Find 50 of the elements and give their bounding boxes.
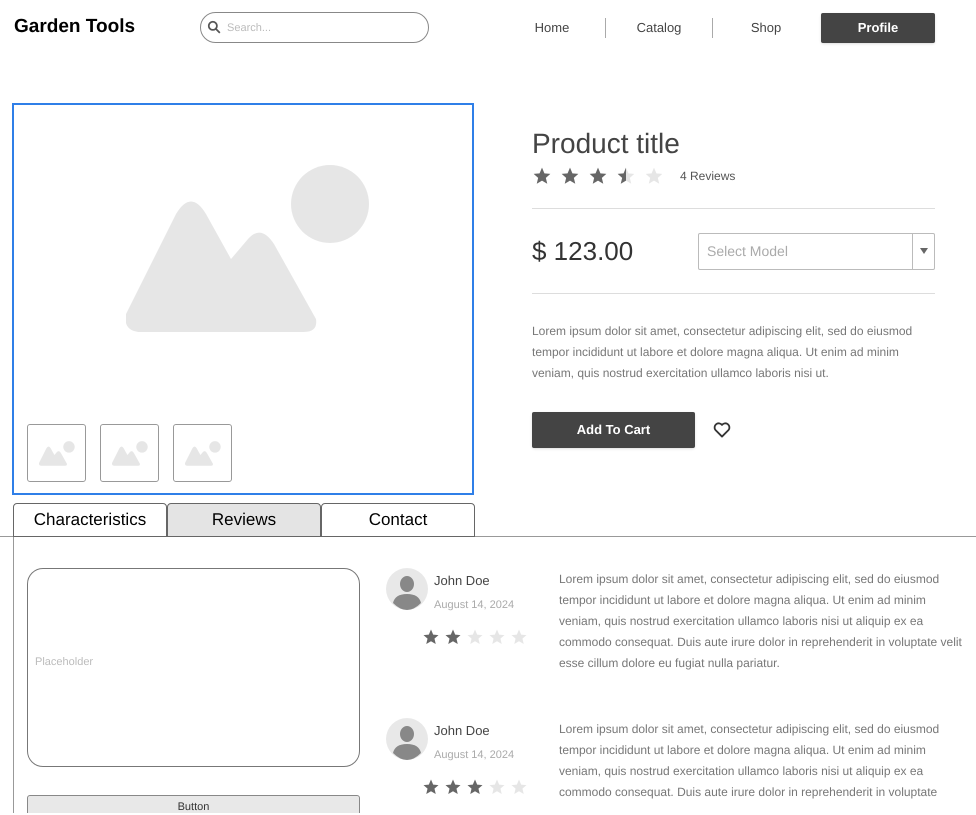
thumbnail[interactable]: [173, 424, 232, 482]
star-icon: [422, 628, 440, 646]
star-icon: [644, 166, 664, 186]
star-icon: [616, 166, 636, 186]
reviewer-name: John Doe: [434, 572, 491, 590]
image-placeholder-icon: [112, 440, 148, 466]
avatar-icon: [386, 718, 428, 760]
favorite-button[interactable]: [713, 422, 731, 438]
review-text: Lorem ipsum dolor sit amet, consectetur adipiscing elit, sed do eiusmod tempor incididunt ut labore et dolore magna aliqua. Ut enim ad minim veniam, quis nostrud exercitation ullamco laboris nisi ut aliquip ex ea commodo consequat. Duis aute irure dolor in reprehenderit in voluptate: [559, 721, 940, 801]
star-icon: [488, 778, 506, 796]
avatar-icon: [386, 568, 428, 610]
review-date: August 14, 2024: [434, 598, 514, 612]
nav-link[interactable]: Home: [499, 18, 605, 38]
star-icon: [466, 628, 484, 646]
review-textarea[interactable]: Placeholder: [27, 568, 360, 767]
search-icon: [207, 20, 221, 34]
star-icon: [444, 778, 462, 796]
price: $ 123.00: [532, 234, 634, 268]
star-icon: [444, 628, 462, 646]
star-icon: [560, 166, 580, 186]
review-text: Lorem ipsum dolor sit amet, consectetur adipiscing elit, sed do eiusmod tempor incididunt ut labore et dolore magna aliqua. Ut enim ad minim veniam, quis nostrud exercitation ullamco laboris nisi ut aliquip ex ea commodo consequat. Duis aute irure dolor in reprehenderit in voluptate velit esse cillum dolore eu fugiat nulla pariatur.: [559, 571, 963, 672]
search-field[interactable]: Search...: [200, 12, 429, 43]
star-icon: [466, 778, 484, 796]
review-count: 4 Reviews: [680, 168, 736, 185]
tab[interactable]: Characteristics: [13, 503, 167, 537]
profile-button[interactable]: Profile: [821, 12, 935, 42]
tab[interactable]: Reviews: [167, 503, 321, 537]
tab[interactable]: Contact: [321, 503, 475, 537]
reviewer-name: John Doe: [434, 722, 491, 740]
thumbnail[interactable]: [27, 424, 86, 482]
image-placeholder-icon: [126, 164, 370, 334]
nav-link[interactable]: Catalog: [606, 18, 712, 38]
heart-icon: [713, 422, 731, 438]
submit-button[interactable]: Button: [27, 795, 360, 813]
star-icon: [532, 166, 552, 186]
star-icon: [488, 628, 506, 646]
star-icon: [422, 778, 440, 796]
nav-link[interactable]: Shop: [713, 18, 819, 38]
caret-icon: [920, 248, 928, 254]
star-icon: [588, 166, 608, 186]
image-placeholder-icon: [184, 440, 220, 466]
star-icon: [510, 628, 528, 646]
star-icon: [510, 778, 528, 796]
product-description: Lorem ipsum dolor sit amet, consectetur adipiscing elit, sed do eiusmod tempor incididunt ut labore et dolore magna aliqua. Ut enim ad minim veniam, quis nostrud exercitation ullamco laboris nisi ut.: [532, 323, 914, 382]
add-to-cart-button[interactable]: Add To Cart: [532, 412, 695, 448]
thumbnail[interactable]: [100, 424, 159, 482]
product-title: Product title: [532, 127, 681, 161]
logo: Garden Tools: [14, 15, 136, 40]
image-placeholder-icon: [38, 440, 74, 466]
review-date: August 14, 2024: [434, 748, 514, 762]
